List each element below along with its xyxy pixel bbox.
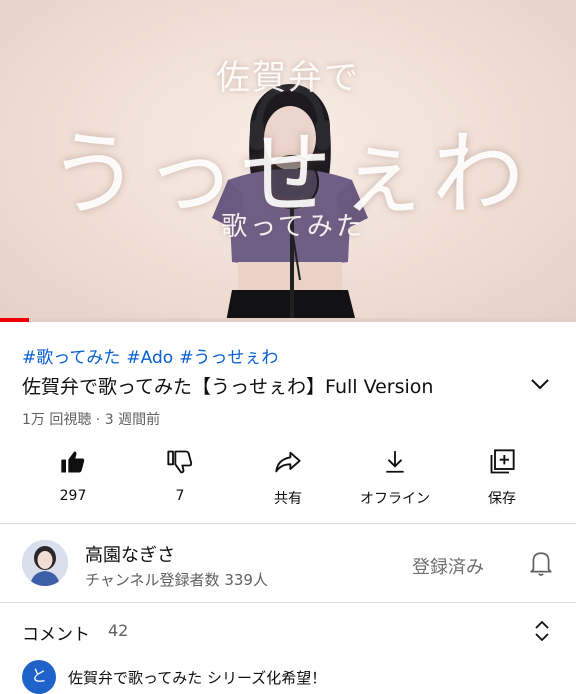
hashtag-link[interactable]: #うっせぇわ <box>179 348 278 368</box>
offline-label: オフライン <box>360 491 430 507</box>
hashtag-link[interactable]: #Ado <box>126 348 173 368</box>
chevron-down-icon[interactable] <box>528 372 552 396</box>
hashtag-link[interactable]: #歌ってみた <box>22 348 120 368</box>
dislike-button[interactable]: 7 <box>130 446 230 504</box>
offline-button[interactable]: オフライン <box>345 446 445 508</box>
bell-icon[interactable] <box>528 548 554 578</box>
comment-avatar: と <box>22 660 56 694</box>
download-icon <box>386 451 404 473</box>
subscriber-count: チャンネル登録者数 339人 <box>85 571 268 589</box>
like-button[interactable]: 297 <box>23 446 123 504</box>
subscribed-button[interactable]: 登録済み <box>412 553 484 579</box>
view-meta: 1万 回視聴 · 3 週間前 <box>22 412 161 428</box>
comments-label[interactable]: コメント <box>22 620 90 645</box>
thumbs-up-icon <box>61 451 85 473</box>
divider <box>0 523 576 524</box>
share-button[interactable]: 共有 <box>238 446 338 508</box>
progress-bar[interactable] <box>0 318 576 322</box>
hashtags: #歌ってみた #Ado #うっせぇわ <box>22 343 284 368</box>
comment-text[interactable]: 佐賀弁で歌ってみた シリーズ化希望！ <box>68 667 326 688</box>
comments-count: 42 <box>108 621 129 640</box>
expand-collapse-icon[interactable] <box>531 619 553 643</box>
overlay-top-text: 佐賀弁で <box>216 58 360 98</box>
thumbs-down-icon <box>167 450 193 474</box>
save-label: 保存 <box>488 491 516 507</box>
share-label: 共有 <box>274 491 302 507</box>
video-title[interactable]: 佐賀弁で歌ってみた【うっせぇわ】Full Version <box>22 372 522 399</box>
save-button[interactable]: 保存 <box>452 446 552 508</box>
dislike-count: 7 <box>175 488 185 504</box>
channel-name[interactable]: 高園なぎさ <box>85 541 175 567</box>
add-to-playlist-icon <box>490 449 515 474</box>
share-icon <box>275 451 301 473</box>
avatar-image <box>22 540 68 586</box>
divider <box>0 602 576 603</box>
channel-avatar[interactable] <box>22 540 68 586</box>
progress-played <box>0 318 29 322</box>
like-count: 297 <box>59 488 87 504</box>
overlay-sub-text: 歌ってみた <box>221 212 365 242</box>
video-player[interactable]: 佐賀弁で うっせぇわ 歌ってみた <box>0 0 576 322</box>
